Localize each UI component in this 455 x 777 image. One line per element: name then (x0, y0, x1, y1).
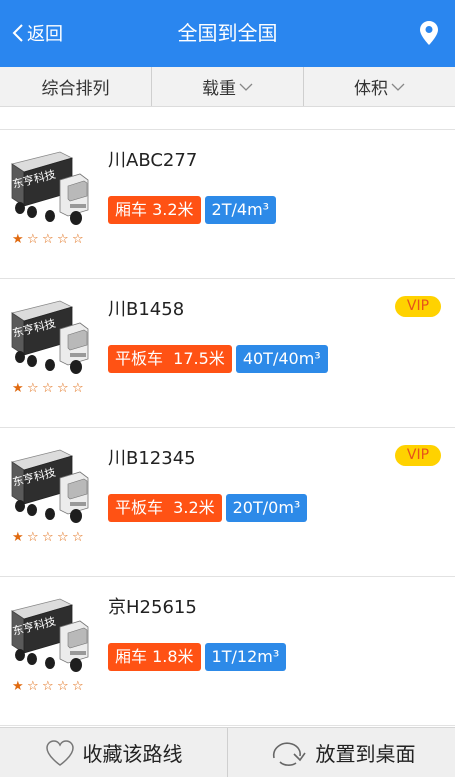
capacity-tag: 40T/40m³ (235, 345, 328, 373)
app-header: 返回 全国到全国 (0, 0, 455, 67)
star-empty-icon: ☆ (42, 679, 54, 694)
star-empty-icon: ☆ (27, 381, 39, 396)
truck-icon: 东亨科技 (11, 151, 89, 225)
star-rating: ★ ☆ ☆ ☆ ☆ (12, 233, 87, 247)
tag-row: 平板车 17.5米 40T/40m³ (108, 345, 328, 373)
star-empty-icon: ☆ (27, 232, 39, 247)
tag-row: 厢车 3.2米 2T/4m³ (108, 196, 277, 224)
truck-icon: 东亨科技 (11, 300, 89, 374)
star-rating: ★ ☆ ☆ ☆ ☆ (12, 531, 87, 545)
star-empty-icon: ☆ (57, 679, 69, 694)
plate-number: 京H25615 (108, 597, 197, 618)
chevron-down-icon (239, 83, 253, 91)
star-empty-icon: ☆ (42, 381, 54, 396)
list-item[interactable]: 东亨科技 ★ ☆ ☆ ☆ ☆ 川B1458 平板车 17.5米 40T/40m³ VIP (0, 279, 455, 428)
sort-tab-label: 综合排列 (41, 79, 110, 99)
vip-badge: VIP (395, 445, 441, 466)
vip-badge: VIP (395, 296, 441, 317)
star-filled-icon: ★ (12, 530, 24, 545)
star-empty-icon: ☆ (72, 679, 84, 694)
truck-icon: 东亨科技 (11, 449, 89, 523)
star-empty-icon: ☆ (42, 530, 54, 545)
capacity-tag: 20T/0m³ (225, 494, 308, 522)
plate-number: 川B1458 (108, 299, 185, 320)
star-filled-icon: ★ (12, 679, 24, 694)
star-empty-icon: ☆ (72, 232, 84, 247)
star-empty-icon: ☆ (27, 679, 39, 694)
vehicle-type-tag: 平板车 17.5米 (108, 345, 232, 373)
star-empty-icon: ☆ (57, 530, 69, 545)
sort-bar: 综合排列 载重 体积 (0, 67, 455, 107)
plate-number: 川B12345 (108, 448, 196, 469)
sort-tab-load[interactable]: 载重 (151, 67, 303, 106)
rotate-arrow-icon (272, 742, 306, 766)
star-empty-icon: ☆ (57, 232, 69, 247)
truck-icon: 东亨科技 (11, 598, 89, 672)
vehicle-list[interactable]: 东亨科技 ★ ☆ ☆ ☆ ☆ 川ABC277 厢车 3.2米 2T/4m³ 东亨科技 (0, 107, 455, 727)
star-empty-icon: ☆ (42, 232, 54, 247)
list-top-gap (0, 107, 455, 130)
desktop-label: 放置到桌面 (315, 742, 416, 766)
star-empty-icon: ☆ (72, 530, 84, 545)
vehicle-type-tag: 厢车 1.8米 (108, 643, 201, 671)
star-empty-icon: ☆ (27, 530, 39, 545)
tag-row: 厢车 1.8米 1T/12m³ (108, 643, 287, 671)
list-item[interactable]: 东亨科技 ★ ☆ ☆ ☆ ☆ 川ABC277 厢车 3.2米 2T/4m³ (0, 130, 455, 279)
page-title: 全国到全国 (177, 21, 278, 45)
plate-number: 川ABC277 (108, 150, 198, 171)
star-filled-icon: ★ (12, 232, 24, 247)
sort-tab-label: 载重 (202, 79, 236, 99)
sort-tab-volume[interactable]: 体积 (303, 67, 455, 106)
tag-row: 平板车 3.2米 20T/0m³ (108, 494, 308, 522)
star-rating: ★ ☆ ☆ ☆ ☆ (12, 680, 87, 694)
star-empty-icon: ☆ (57, 381, 69, 396)
vehicle-type-tag: 平板车 3.2米 (108, 494, 222, 522)
sort-tab-overall[interactable]: 综合排列 (0, 67, 151, 106)
chevron-down-icon (391, 83, 405, 91)
capacity-tag: 2T/4m³ (204, 196, 277, 224)
star-empty-icon: ☆ (72, 381, 84, 396)
location-pin-icon[interactable] (419, 20, 439, 46)
capacity-tag: 1T/12m³ (204, 643, 287, 671)
sort-tab-label: 体积 (354, 79, 388, 99)
list-item[interactable]: 东亨科技 ★ ☆ ☆ ☆ ☆ 京H25615 厢车 1.8米 1T/12m³ (0, 577, 455, 726)
star-rating: ★ ☆ ☆ ☆ ☆ (12, 382, 87, 396)
list-item[interactable]: 东亨科技 ★ ☆ ☆ ☆ ☆ 川B12345 平板车 3.2米 20T/0m³ VIP (0, 428, 455, 577)
star-filled-icon: ★ (12, 381, 24, 396)
heart-icon (45, 739, 74, 766)
favorite-route-button[interactable]: 收藏该路线 (0, 728, 227, 777)
add-to-desktop-button[interactable]: 放置到桌面 (227, 728, 455, 777)
vehicle-type-tag: 厢车 3.2米 (108, 196, 201, 224)
favorite-label: 收藏该路线 (82, 742, 183, 766)
bottom-bar: 收藏该路线 放置到桌面 (0, 727, 455, 777)
